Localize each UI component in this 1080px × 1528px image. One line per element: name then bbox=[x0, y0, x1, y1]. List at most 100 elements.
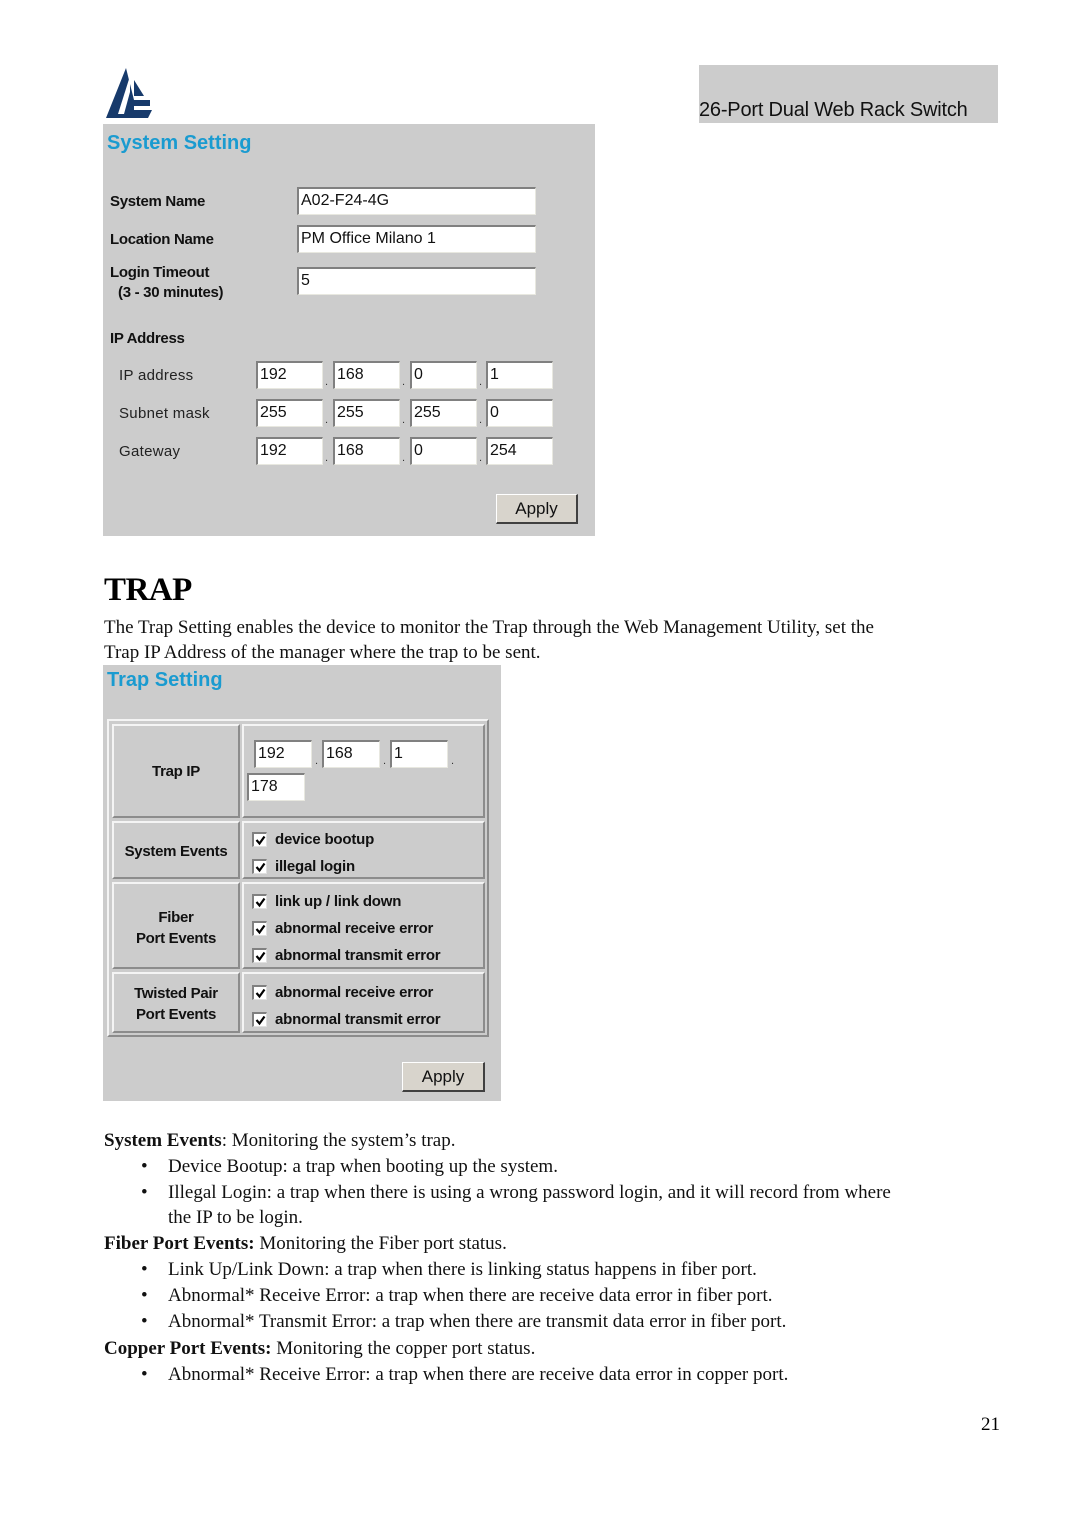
twisted-receive-error-checkbox[interactable] bbox=[252, 984, 267, 1000]
ip-separator: . bbox=[315, 755, 319, 767]
bullet-icon: • bbox=[141, 1364, 148, 1385]
ip-address-octet-2[interactable]: 168 bbox=[333, 361, 400, 389]
device-bootup-checkbox[interactable] bbox=[252, 831, 267, 847]
subnet-mask-label: Subnet mask bbox=[119, 405, 210, 422]
device-bootup-option[interactable]: device bootup bbox=[252, 829, 374, 849]
gateway-octet-2[interactable]: 168 bbox=[333, 437, 400, 465]
subnet-mask-octet-4[interactable]: 0 bbox=[486, 399, 553, 427]
ip-separator: . bbox=[383, 755, 387, 767]
bullet-icon: • bbox=[141, 1285, 148, 1306]
trap-ip-octet-4[interactable]: 178 bbox=[247, 773, 305, 801]
device-bootup-label: device bootup bbox=[275, 830, 375, 848]
bullet-text: Abnormal* Receive Error: a trap when the… bbox=[168, 1285, 773, 1306]
system-apply-button[interactable]: Apply bbox=[496, 494, 578, 524]
ip-separator: . bbox=[325, 452, 329, 464]
ip-address-octet-3[interactable]: 0 bbox=[410, 361, 477, 389]
illegal-login-checkbox[interactable] bbox=[252, 858, 267, 874]
twisted-events-label-line-1: Twisted Pair bbox=[134, 985, 218, 1002]
system-name-label: System Name bbox=[110, 193, 206, 210]
bullet-text: the IP to be login. bbox=[168, 1207, 303, 1228]
login-timeout-label: Login Timeout bbox=[110, 264, 210, 281]
illegal-login-label: illegal login bbox=[275, 857, 355, 875]
ip-separator: . bbox=[325, 414, 329, 426]
fiber-events-desc: Monitoring the Fiber port status. bbox=[254, 1233, 507, 1254]
fiber-events-cell: link up / link down abnormal receive err… bbox=[242, 882, 485, 969]
bullet-text: Abnormal* Receive Error: a trap when the… bbox=[168, 1364, 789, 1385]
intro-paragraph-line-2: Trap IP Address of the manager where the… bbox=[104, 642, 541, 663]
twisted-events-cell: abnormal receive error abnormal transmit… bbox=[242, 972, 485, 1033]
fiber-receive-error-option[interactable]: abnormal receive error bbox=[252, 918, 433, 938]
document-header-title: 26-Port Dual Web Rack Switch bbox=[699, 99, 968, 121]
trap-ip-octet-1[interactable]: 192 bbox=[254, 740, 312, 768]
twisted-events-label-line-2: Port Events bbox=[135, 1006, 217, 1023]
bullet-text: Abnormal* Transmit Error: a trap when th… bbox=[168, 1311, 787, 1332]
page-number: 21 bbox=[981, 1414, 1000, 1435]
gateway-octet-3[interactable]: 0 bbox=[410, 437, 477, 465]
subnet-mask-octet-1[interactable]: 255 bbox=[256, 399, 323, 427]
ip-address-section-label: IP Address bbox=[110, 330, 185, 347]
system-events-desc: : Monitoring the system’s trap. bbox=[221, 1130, 456, 1151]
system-events-label: System Events bbox=[124, 843, 228, 860]
twisted-receive-error-option[interactable]: abnormal receive error bbox=[252, 982, 433, 1002]
subnet-mask-octet-3[interactable]: 255 bbox=[410, 399, 477, 427]
ip-address-label: IP address bbox=[119, 367, 194, 384]
ip-separator: . bbox=[402, 376, 406, 388]
trap-ip-octet-2[interactable]: 168 bbox=[322, 740, 380, 768]
subnet-mask-octet-2[interactable]: 255 bbox=[333, 399, 400, 427]
illegal-login-option[interactable]: illegal login bbox=[252, 856, 355, 876]
trap-ip-octet-3[interactable]: 1 bbox=[390, 740, 448, 768]
trap-setting-title: Trap Setting bbox=[107, 669, 223, 691]
bullet-icon: • bbox=[141, 1311, 148, 1332]
system-events-label-cell: System Events bbox=[112, 821, 240, 879]
copper-events-desc: Monitoring the copper port status. bbox=[271, 1338, 536, 1359]
fiber-receive-error-checkbox[interactable] bbox=[252, 920, 267, 936]
bullet-icon: • bbox=[141, 1156, 148, 1177]
fiber-transmit-error-checkbox[interactable] bbox=[252, 947, 267, 963]
system-events-cell: device bootup illegal login bbox=[242, 821, 485, 879]
twisted-transmit-error-checkbox[interactable] bbox=[252, 1011, 267, 1027]
fiber-events-term: Fiber Port Events: bbox=[104, 1233, 255, 1254]
fiber-transmit-error-option[interactable]: abnormal transmit error bbox=[252, 945, 441, 965]
fiber-events-label-cell: Fiber Port Events bbox=[112, 882, 240, 969]
atlantis-logo-icon bbox=[104, 66, 156, 120]
ip-address-octet-4[interactable]: 1 bbox=[486, 361, 553, 389]
section-heading: TRAP bbox=[104, 572, 192, 608]
twisted-events-label-cell: Twisted Pair Port Events bbox=[112, 972, 240, 1033]
bullet-text: Illegal Login: a trap when there is usin… bbox=[168, 1182, 891, 1203]
system-events-description: System Events: Monitoring the system’s t… bbox=[104, 1128, 456, 1153]
trap-ip-label: Trap IP bbox=[152, 763, 200, 780]
twisted-transmit-error-option[interactable]: abnormal transmit error bbox=[252, 1009, 441, 1029]
bullet-text: Link Up/Link Down: a trap when there is … bbox=[168, 1259, 757, 1280]
login-timeout-range: (3 - 30 minutes) bbox=[118, 284, 224, 301]
fiber-link-updown-label: link up / link down bbox=[275, 892, 402, 910]
ip-separator: . bbox=[451, 755, 455, 767]
location-name-label: Location Name bbox=[110, 231, 214, 248]
bullet-icon: • bbox=[141, 1182, 148, 1203]
fiber-events-label-line-2: Port Events bbox=[135, 930, 217, 947]
ip-separator: . bbox=[325, 376, 329, 388]
gateway-label: Gateway bbox=[119, 443, 181, 460]
fiber-events-label-line-1: Fiber bbox=[158, 909, 194, 926]
ip-address-octet-1[interactable]: 192 bbox=[256, 361, 323, 389]
location-name-input[interactable]: PM Office Milano 1 bbox=[297, 225, 536, 253]
system-name-input[interactable]: A02-F24-4G bbox=[297, 187, 536, 215]
fiber-link-updown-checkbox[interactable] bbox=[252, 893, 267, 909]
fiber-transmit-error-label: abnormal transmit error bbox=[275, 946, 441, 964]
fiber-link-updown-option[interactable]: link up / link down bbox=[252, 891, 401, 911]
fiber-events-description: Fiber Port Events: Monitoring the Fiber … bbox=[104, 1231, 507, 1256]
gateway-octet-1[interactable]: 192 bbox=[256, 437, 323, 465]
trap-ip-label-cell: Trap IP bbox=[112, 724, 240, 818]
ip-separator: . bbox=[402, 452, 406, 464]
gateway-octet-4[interactable]: 254 bbox=[486, 437, 553, 465]
ip-separator: . bbox=[479, 414, 483, 426]
login-timeout-input[interactable]: 5 bbox=[297, 267, 536, 295]
trap-apply-button[interactable]: Apply bbox=[402, 1062, 485, 1092]
twisted-receive-error-label: abnormal receive error bbox=[275, 983, 434, 1001]
bullet-text: Device Bootup: a trap when booting up th… bbox=[168, 1156, 558, 1177]
system-setting-title: System Setting bbox=[107, 132, 252, 154]
copper-events-description: Copper Port Events: Monitoring the coppe… bbox=[104, 1336, 535, 1361]
fiber-receive-error-label: abnormal receive error bbox=[275, 919, 434, 937]
copper-events-term: Copper Port Events: bbox=[104, 1338, 272, 1359]
twisted-transmit-error-label: abnormal transmit error bbox=[275, 1010, 441, 1028]
ip-separator: . bbox=[402, 414, 406, 426]
